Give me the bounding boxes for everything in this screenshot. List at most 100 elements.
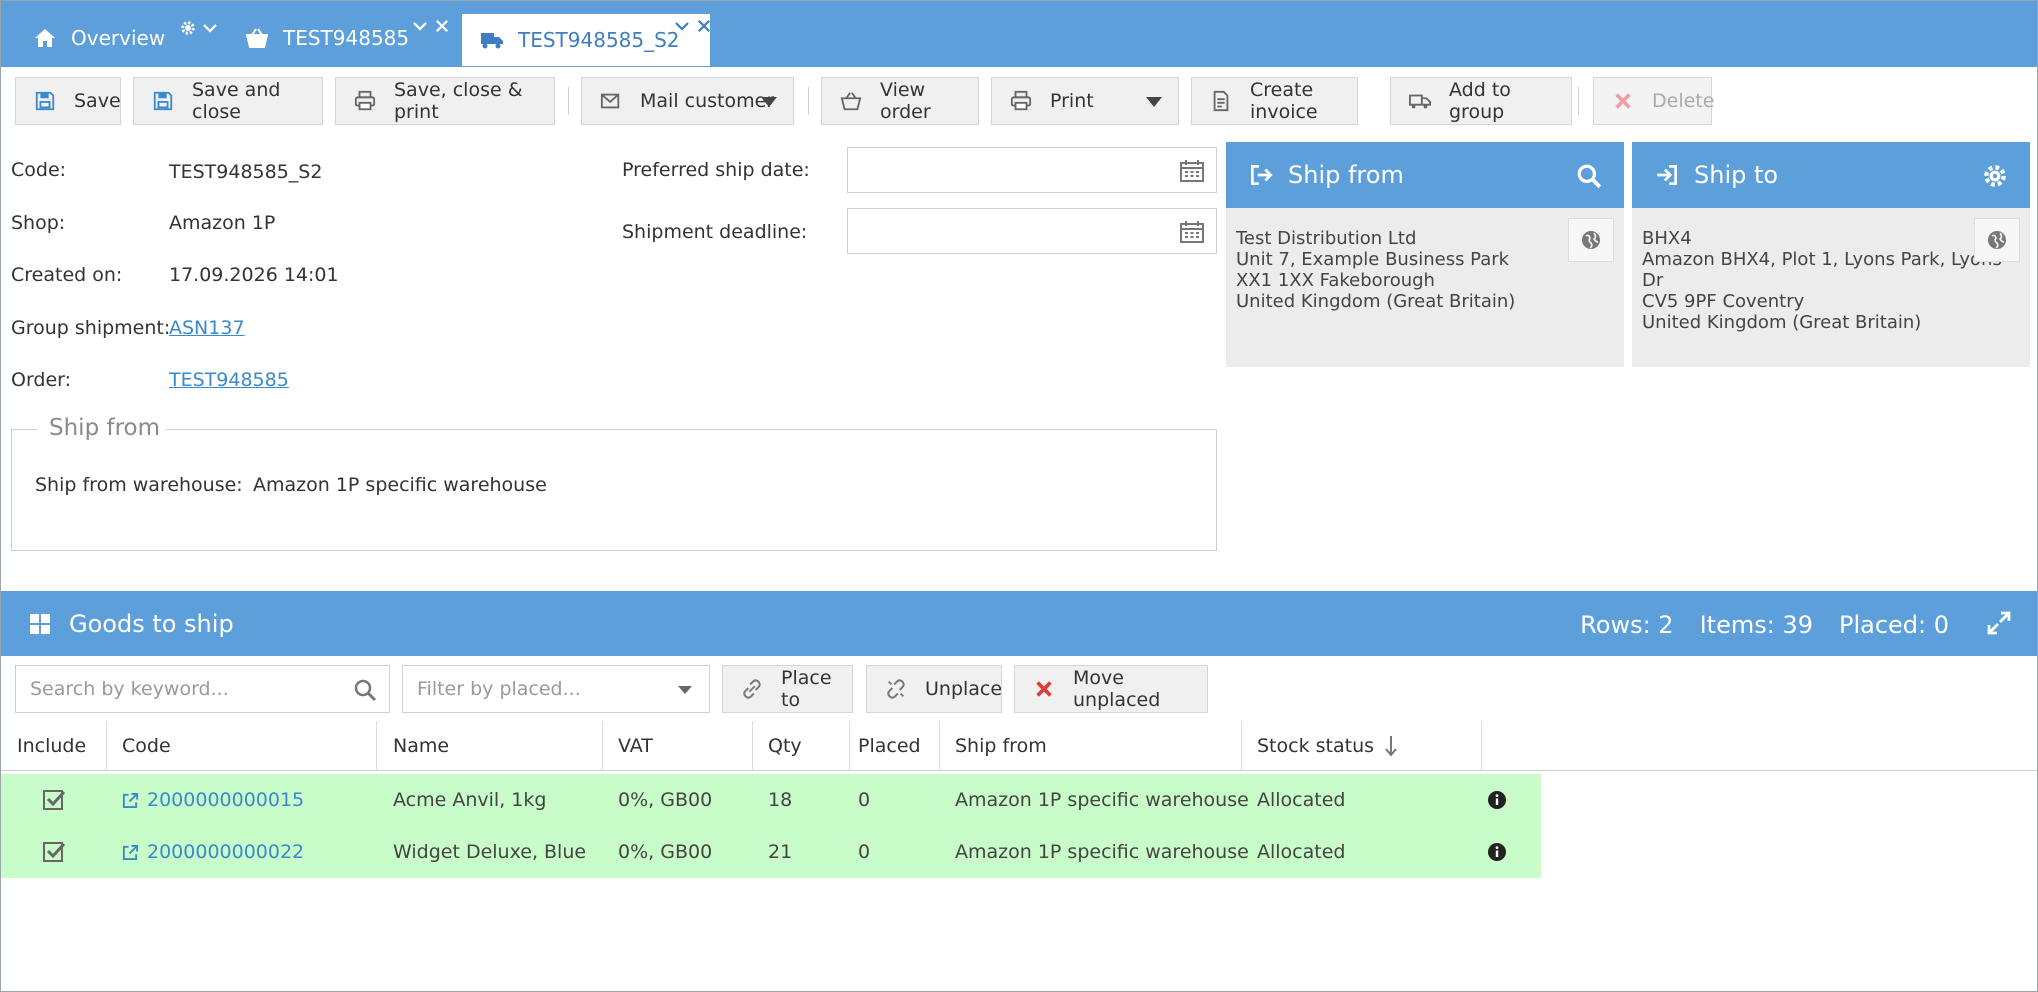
column-qty[interactable]: Qty: [753, 721, 850, 771]
group-shipment-link[interactable]: ASN137: [169, 317, 245, 339]
calendar-icon[interactable]: [1180, 221, 1204, 243]
stock-status-value: Allocated: [1257, 789, 1346, 811]
product-code-link[interactable]: 2000000000015: [122, 774, 304, 826]
product-code-link[interactable]: 2000000000022: [122, 826, 304, 878]
save-close-print-label: Save, close & print: [394, 79, 523, 123]
tab-order[interactable]: TEST948585: [245, 11, 409, 65]
search-icon[interactable]: [353, 678, 377, 702]
column-code[interactable]: Code: [107, 721, 377, 771]
product-name: Acme Anvil, 1kg: [393, 789, 547, 811]
column-vat[interactable]: VAT: [603, 721, 753, 771]
print-label: Print: [1050, 90, 1094, 112]
unplace-button[interactable]: Unplace: [866, 665, 1002, 713]
column-ship-from-label: Ship from: [955, 735, 1047, 757]
save-and-close-button[interactable]: Save and close: [133, 77, 323, 125]
create-invoice-button[interactable]: Create invoice: [1191, 77, 1358, 125]
delete-button[interactable]: Delete: [1593, 77, 1715, 125]
shipment-tab-controls: [673, 17, 713, 35]
delete-label: Delete: [1652, 90, 1715, 112]
column-qty-label: Qty: [768, 735, 802, 757]
save-button[interactable]: Save: [15, 77, 121, 125]
product-name: Widget Deluxe, Blue: [393, 841, 587, 863]
place-to-button[interactable]: Place to: [722, 665, 853, 713]
table-row[interactable]: 2000000000015 Acme Anvil, 1kg 0%, GB00 1…: [1, 774, 1541, 826]
view-order-label: View order: [880, 79, 931, 123]
link-icon: [743, 679, 761, 699]
vat-value: 0%, GB00: [618, 841, 713, 863]
gear-icon[interactable]: [179, 19, 197, 37]
address-line: Test Distribution Ltd: [1236, 228, 1417, 249]
filter-placed-select[interactable]: [402, 665, 710, 713]
items-count: Items: 39: [1699, 611, 1813, 639]
shop-value: Amazon 1P: [169, 212, 276, 234]
external-link-icon: [122, 792, 139, 808]
vat-value: 0%, GB00: [618, 789, 713, 811]
ship-from-panel-title: Ship from: [1288, 161, 1404, 189]
column-ship-from[interactable]: Ship from: [940, 721, 1242, 771]
goods-to-ship-header: Goods to ship Rows: 2 Items: 39 Placed: …: [1, 591, 2037, 656]
info-icon: [1488, 843, 1506, 861]
code-label: Code:: [11, 159, 67, 181]
search-icon[interactable]: [1576, 163, 1602, 189]
map-button[interactable]: [1974, 218, 2020, 262]
chevron-down-icon[interactable]: [673, 17, 691, 35]
gear-icon[interactable]: [1982, 163, 2008, 189]
created-on-label: Created on:: [11, 264, 123, 286]
close-icon[interactable]: [695, 17, 713, 35]
goods-stats: Rows: 2 Items: 39 Placed: 0: [1580, 611, 1949, 639]
order-tab-controls: [411, 17, 451, 35]
add-to-group-button[interactable]: Add to group: [1390, 77, 1572, 125]
printer-icon: [1010, 90, 1032, 111]
search-input[interactable]: [16, 677, 389, 701]
code-value: TEST948585_S2: [169, 161, 323, 183]
mail-customer-button[interactable]: Mail customer: [581, 77, 794, 125]
chevron-down-icon[interactable]: [411, 17, 429, 35]
preferred-ship-date-input[interactable]: [847, 147, 1217, 193]
filter-placed-input[interactable]: [403, 677, 709, 701]
move-unplaced-button[interactable]: Move unplaced: [1014, 665, 1208, 713]
row-info-button[interactable]: [1487, 826, 1507, 878]
tab-order-label: TEST948585: [283, 26, 410, 50]
print-button[interactable]: Print: [991, 77, 1179, 125]
view-order-button[interactable]: View order: [821, 77, 979, 125]
column-name[interactable]: Name: [377, 721, 603, 771]
include-checkbox[interactable]: [42, 774, 66, 826]
truck-icon: [481, 33, 503, 49]
rows-count: Rows: 2: [1580, 611, 1674, 639]
chevron-down-icon[interactable]: [201, 19, 219, 37]
tab-overview[interactable]: Overview: [33, 11, 165, 65]
qty-value: 21: [768, 841, 793, 863]
tab-bar: Overview TEST948585 TEST948585_S2: [1, 1, 2037, 67]
row-info-button[interactable]: [1487, 774, 1507, 826]
ship-to-address: BHX4 Amazon BHX4, Plot 1, Lyons Park, Ly…: [1632, 208, 2030, 333]
include-checkbox[interactable]: [42, 826, 66, 878]
truck-icon: [1409, 94, 1431, 109]
search-box: [15, 665, 390, 713]
column-include-label: Include: [17, 735, 87, 757]
close-icon: [1036, 681, 1052, 697]
created-on-value: 17.09.2026 14:01: [169, 264, 339, 286]
column-placed[interactable]: Placed: [850, 721, 940, 771]
toolbar-separator: [808, 87, 809, 115]
overview-tab-controls: [179, 19, 219, 37]
close-icon: [1615, 93, 1631, 109]
close-icon[interactable]: [433, 17, 451, 35]
column-stock-status[interactable]: Stock status: [1242, 721, 1482, 771]
ship-to-panel: Ship to BHX4 Amazon BHX4, Plot 1, Lyons …: [1632, 142, 2030, 367]
order-link[interactable]: TEST948585: [169, 369, 289, 391]
shipment-deadline-input[interactable]: [847, 208, 1217, 254]
calendar-icon[interactable]: [1180, 160, 1204, 182]
placed-value: 0: [858, 841, 871, 863]
save-and-close-label: Save and close: [192, 79, 281, 123]
expand-icon[interactable]: [1987, 611, 2011, 635]
save-close-print-button[interactable]: Save, close & print: [335, 77, 555, 125]
address-line: CV5 9PF Coventry: [1642, 291, 1805, 312]
sort-desc-icon[interactable]: [1384, 735, 1398, 757]
column-include[interactable]: Include: [1, 721, 107, 771]
invoice-icon: [1213, 90, 1229, 112]
create-invoice-label: Create invoice: [1250, 79, 1318, 123]
table-row[interactable]: 2000000000022 Widget Deluxe, Blue 0%, GB…: [1, 826, 1541, 878]
map-button[interactable]: [1568, 218, 1614, 262]
fieldset-border: [11, 429, 37, 430]
shipment-window: Overview TEST948585 TEST948585_S2 Save S…: [0, 0, 2038, 992]
